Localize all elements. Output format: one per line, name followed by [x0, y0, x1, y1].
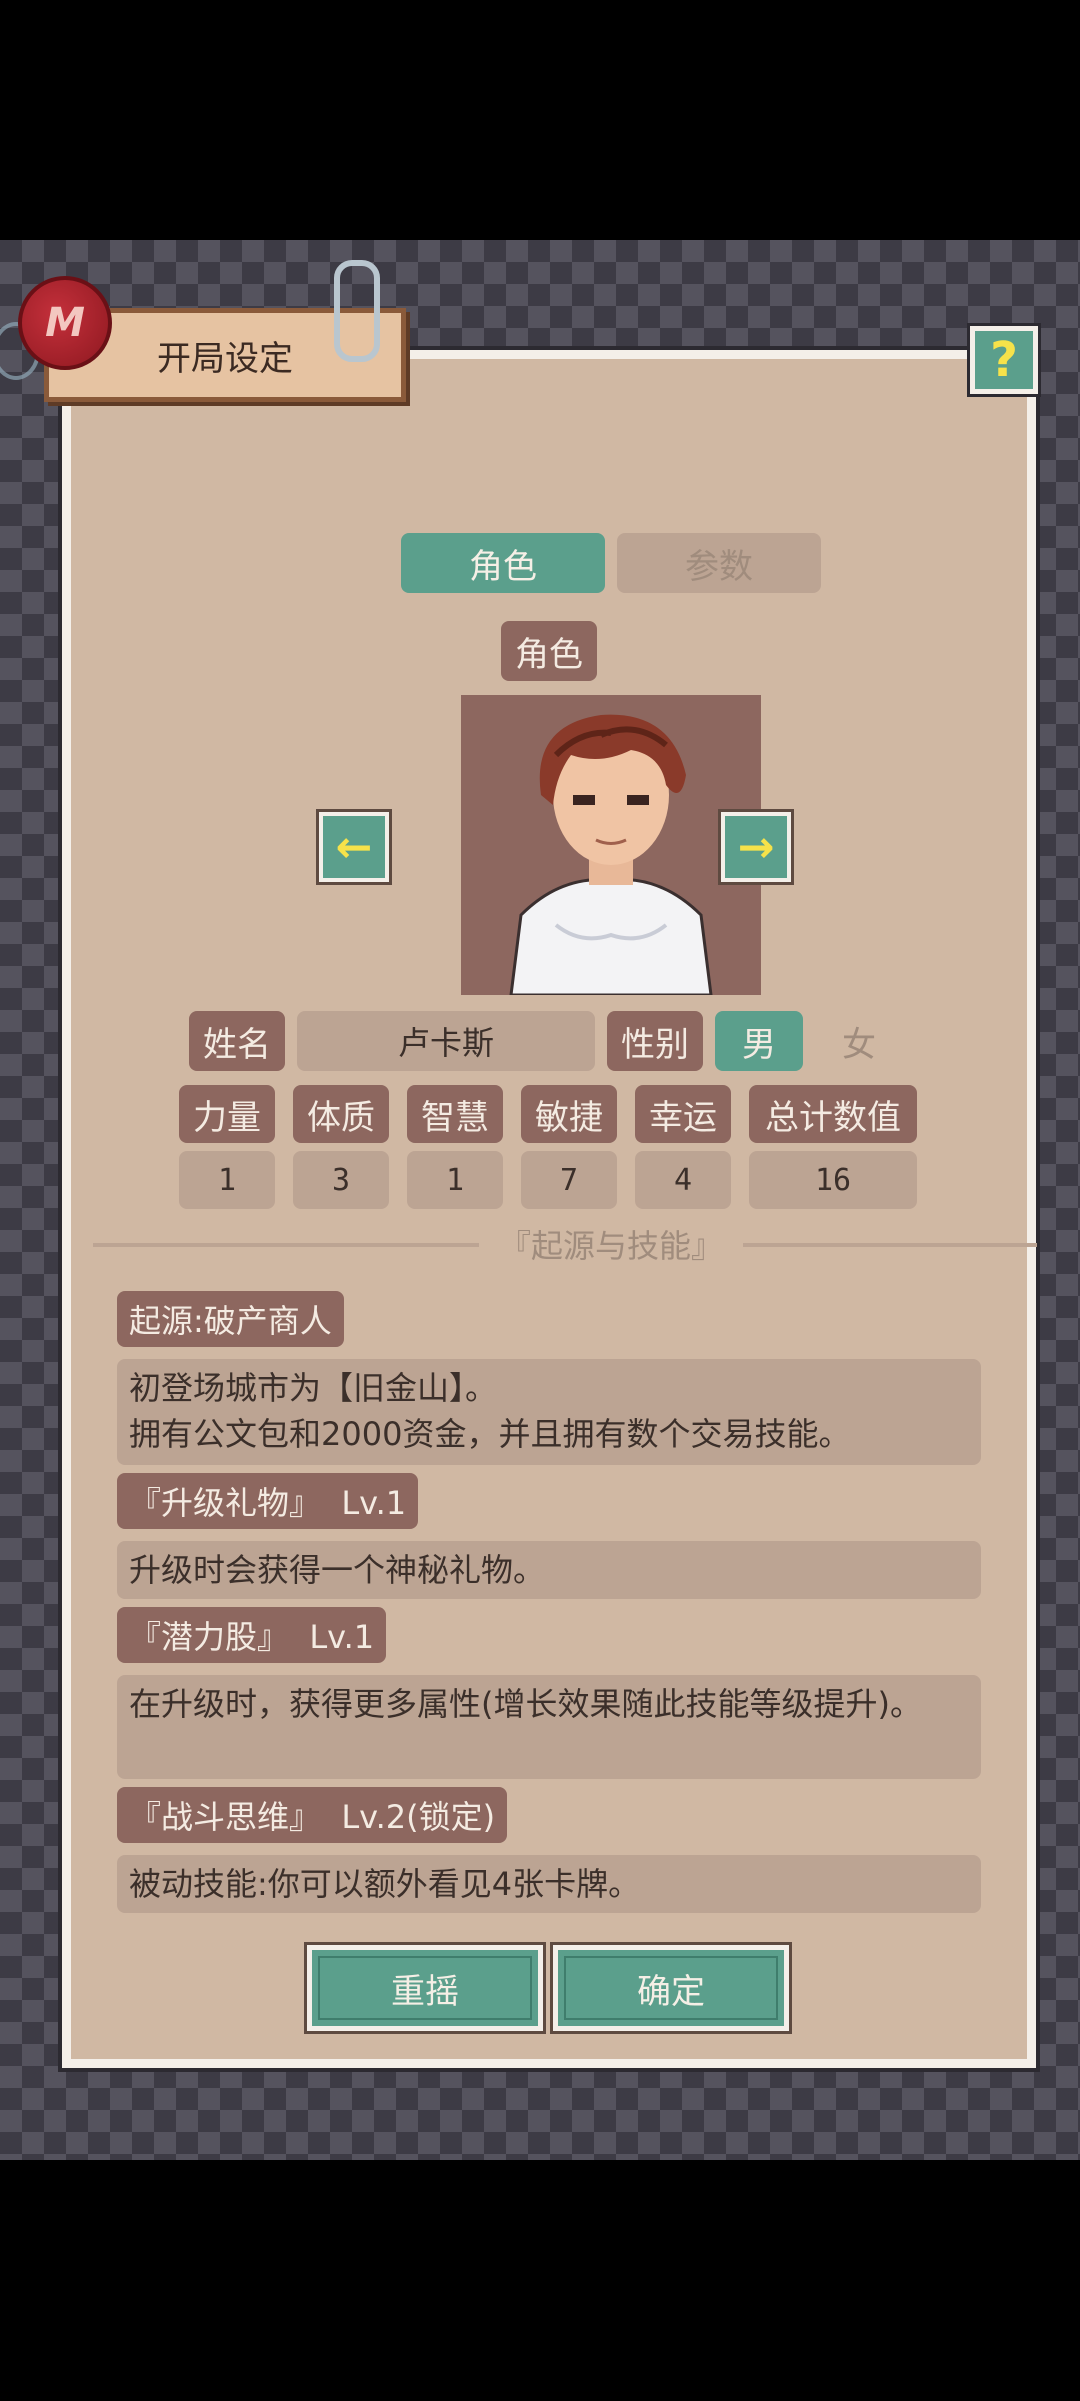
reroll-button[interactable]: 重摇 — [307, 1945, 543, 2031]
stat-value-strength: 1 — [179, 1151, 275, 1209]
confirm-button[interactable]: 确定 — [553, 1945, 789, 2031]
origin-desc-line1: 初登场城市为【旧金山】。 — [129, 1369, 498, 1407]
help-button[interactable]: ? — [970, 326, 1038, 394]
divider-right — [743, 1243, 1037, 1247]
arrow-left-icon: ← — [335, 821, 373, 873]
confirm-label: 确定 — [637, 1971, 705, 2012]
divider-left — [93, 1243, 479, 1247]
game-screen: 角色 参数 角色 ← → 姓名 卢卡斯 性别 男 女 力量 体质 智慧 敏捷 幸… — [0, 240, 1080, 2160]
stat-header-luck: 幸运 — [635, 1085, 731, 1143]
stat-header-constitution: 体质 — [293, 1085, 389, 1143]
skill-name: 『潜力股』 Lv.1 — [117, 1607, 387, 1663]
seal-letter: M — [45, 300, 85, 346]
skill-description: 被动技能:你可以额外看见4张卡牌。 — [117, 1855, 981, 1913]
tab-character[interactable]: 角色 — [401, 533, 605, 593]
skill-description: 在升级时，获得更多属性(增长效果随此技能等级提升)。 — [117, 1675, 981, 1779]
reroll-label: 重摇 — [391, 1971, 459, 2012]
gender-female-option[interactable]: 女 — [815, 1011, 903, 1071]
stat-value-constitution: 3 — [293, 1151, 389, 1209]
skill-name: 『战斗思维』 Lv.2(锁定) — [117, 1787, 508, 1843]
page-title: 开局设定 — [157, 338, 293, 379]
character-section-label: 角色 — [501, 621, 597, 681]
help-icon: ? — [990, 332, 1018, 388]
character-portrait — [461, 695, 761, 995]
stat-value-wisdom: 1 — [407, 1151, 503, 1209]
skill-description: 升级时会获得一个神秘礼物。 — [117, 1541, 981, 1599]
stat-header-strength: 力量 — [179, 1085, 275, 1143]
paperclip-icon — [334, 260, 380, 362]
stat-value-total: 16 — [749, 1151, 917, 1209]
character-portrait-image — [509, 714, 713, 995]
tab-parameters[interactable]: 参数 — [617, 533, 821, 593]
wax-seal-icon: M — [18, 276, 112, 370]
prev-character-button[interactable]: ← — [319, 812, 389, 882]
skill-name: 『升级礼物』 Lv.1 — [117, 1473, 419, 1529]
next-character-button[interactable]: → — [721, 812, 791, 882]
origin-description: 初登场城市为【旧金山】。 拥有公文包和2000资金，并且拥有数个交易技能。 — [117, 1359, 981, 1465]
name-field[interactable]: 卢卡斯 — [297, 1011, 595, 1071]
stat-value-agility: 7 — [521, 1151, 617, 1209]
name-label: 姓名 — [189, 1011, 285, 1071]
stat-header-wisdom: 智慧 — [407, 1085, 503, 1143]
stat-header-total: 总计数值 — [749, 1085, 917, 1143]
gender-male-option[interactable]: 男 — [715, 1011, 803, 1071]
gender-label: 性别 — [607, 1011, 703, 1071]
stat-value-luck: 4 — [635, 1151, 731, 1209]
settings-panel: 角色 参数 角色 ← → 姓名 卢卡斯 性别 男 女 力量 体质 智慧 敏捷 幸… — [62, 350, 1037, 2068]
origin-desc-line2: 拥有公文包和2000资金，并且拥有数个交易技能。 — [129, 1415, 851, 1453]
origin-label: 起源:破产商人 — [117, 1291, 344, 1347]
stat-header-agility: 敏捷 — [521, 1085, 617, 1143]
origin-section-title: 『起源与技能』 — [498, 1227, 723, 1265]
arrow-right-icon: → — [737, 821, 775, 873]
